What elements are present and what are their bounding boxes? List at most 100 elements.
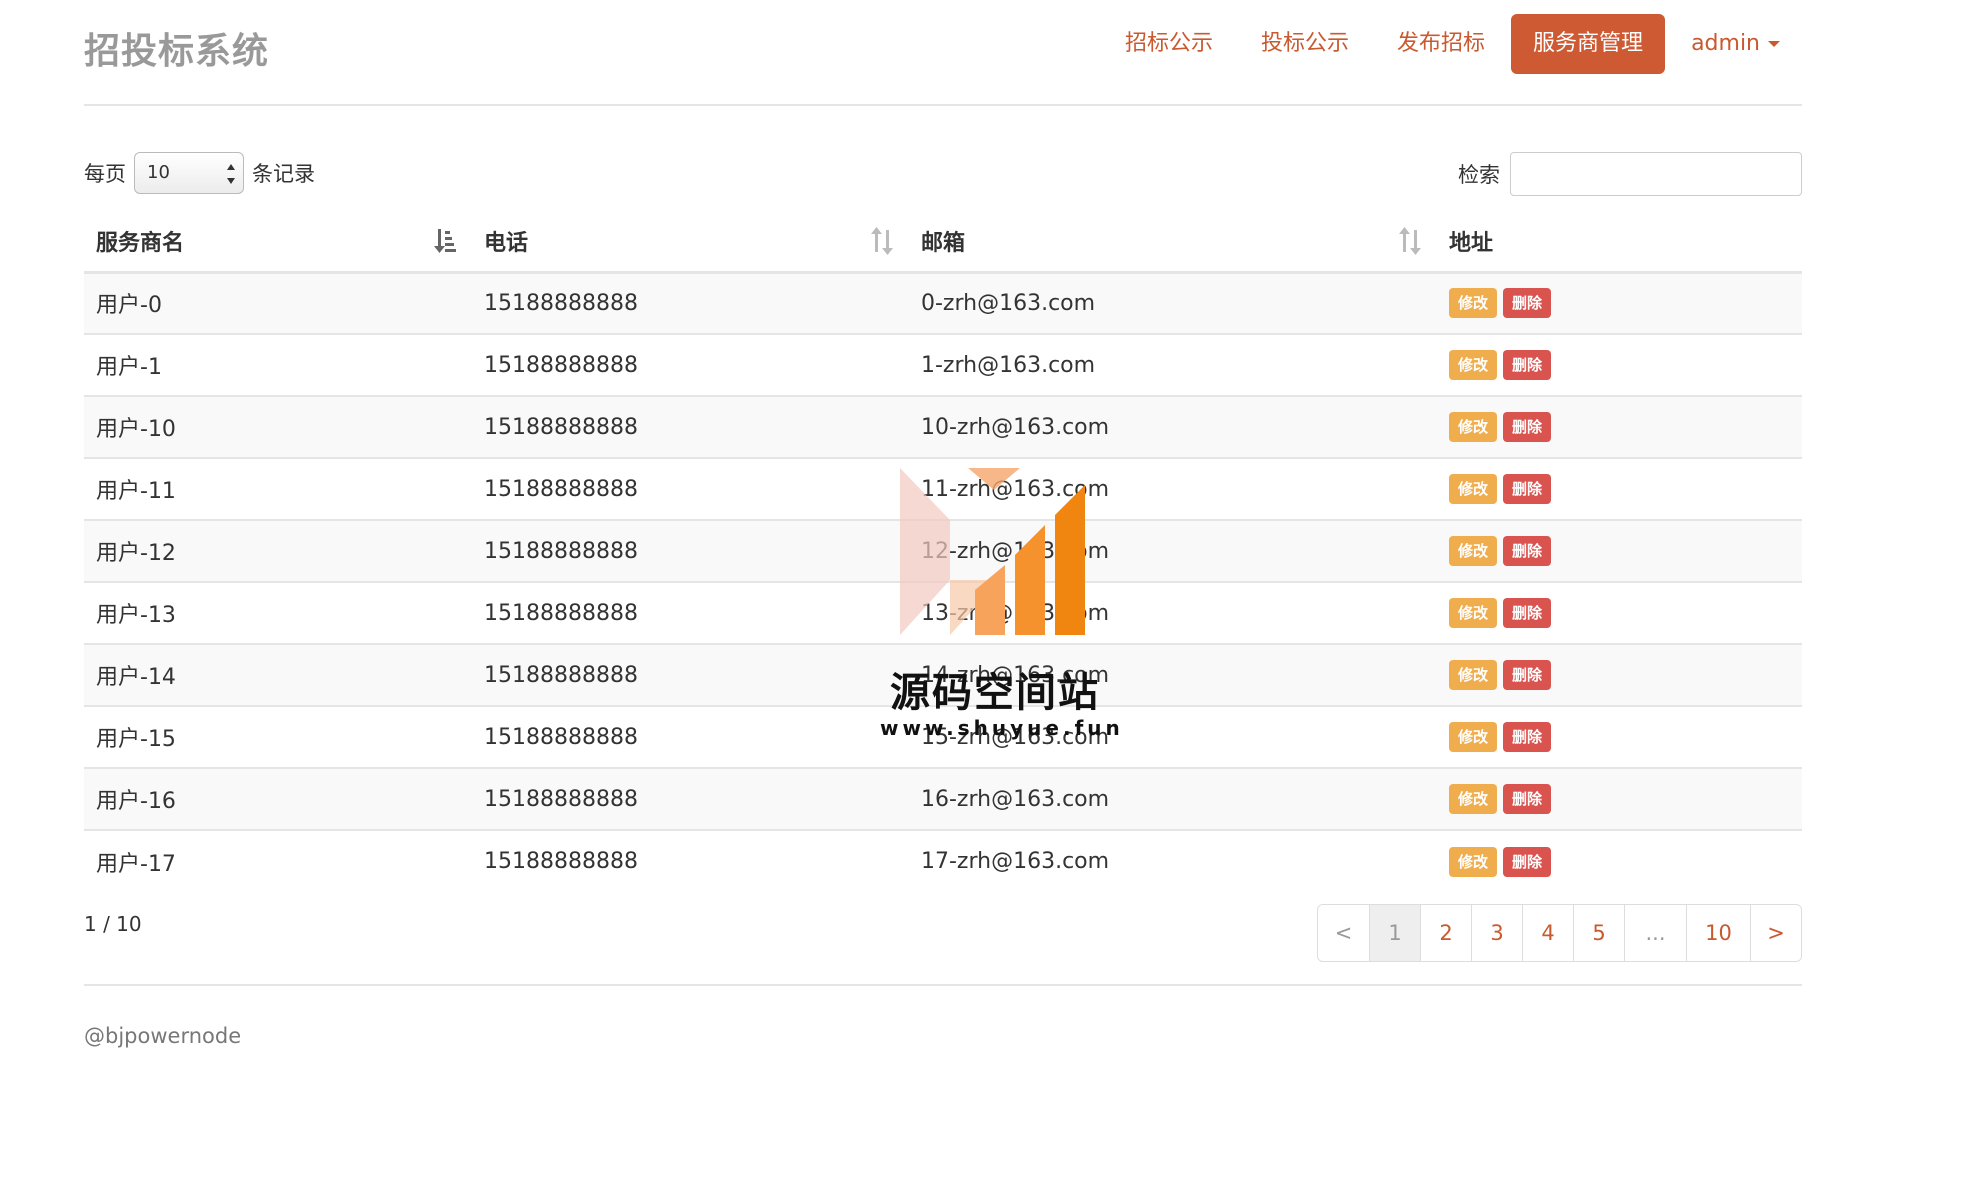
sort-asc-icon — [434, 229, 456, 253]
cell-actions: 修改 删除 — [1437, 334, 1802, 397]
table-row: 用户-0 15188888888 0-zrh@163.com 修改 删除 — [84, 272, 1802, 335]
watermark-url: www.shuyue.fun — [880, 716, 1124, 740]
cell-phone: 15188888888 — [472, 520, 909, 583]
table-row: 用户-17 15188888888 17-zrh@163.com 修改 删除 — [84, 830, 1802, 892]
cell-name: 用户-10 — [84, 396, 472, 459]
sort-both-icon — [871, 227, 893, 255]
column-header-phone[interactable]: 电话 — [472, 212, 909, 274]
table-row: 用户-16 15188888888 16-zrh@163.com 修改 删除 — [84, 768, 1802, 831]
cell-actions: 修改 删除 — [1437, 520, 1802, 583]
edit-button[interactable]: 修改 — [1449, 784, 1498, 814]
delete-button[interactable]: 删除 — [1503, 412, 1552, 442]
delete-button[interactable]: 删除 — [1503, 660, 1552, 690]
page-prev-button[interactable]: < — [1318, 905, 1369, 961]
cell-email: 17-zrh@163.com — [921, 849, 1110, 874]
edit-button[interactable]: 修改 — [1449, 350, 1498, 380]
page-next-button[interactable]: > — [1750, 905, 1801, 961]
select-arrows-icon — [227, 164, 235, 184]
page-button-10[interactable]: 10 — [1686, 905, 1750, 961]
edit-button[interactable]: 修改 — [1449, 536, 1498, 566]
delete-button[interactable]: 删除 — [1503, 288, 1552, 319]
edit-button[interactable]: 修改 — [1449, 660, 1498, 690]
page-button-5[interactable]: 5 — [1573, 905, 1624, 961]
edit-button[interactable]: 修改 — [1449, 846, 1498, 877]
length-prefix: 每页 — [84, 162, 126, 186]
user-menu[interactable]: admin — [1669, 14, 1802, 74]
column-header-address: 地址 — [1437, 212, 1802, 274]
delete-button[interactable]: 删除 — [1503, 784, 1552, 814]
cell-name: 用户-14 — [84, 644, 472, 707]
cell-name: 用户-1 — [84, 334, 472, 397]
cell-phone: 15188888888 — [472, 458, 909, 521]
edit-button[interactable]: 修改 — [1449, 288, 1498, 319]
nav-tender-notice[interactable]: 招标公示 — [1103, 14, 1235, 74]
edit-button[interactable]: 修改 — [1449, 474, 1498, 504]
delete-button[interactable]: 删除 — [1503, 722, 1552, 752]
sort-both-icon — [1399, 227, 1421, 255]
cell-actions: 修改 删除 — [1437, 582, 1802, 645]
main-nav: 招标公示 投标公示 发布招标 服务商管理 admin — [1099, 14, 1802, 74]
page-button-3[interactable]: 3 — [1471, 905, 1522, 961]
page-ellipsis: ... — [1624, 905, 1686, 961]
cell-phone: 15188888888 — [472, 396, 909, 459]
cell-email: 16-zrh@163.com — [909, 768, 1437, 831]
nav-provider-management[interactable]: 服务商管理 — [1511, 14, 1666, 74]
cell-phone: 15188888888 — [472, 644, 909, 707]
table-footer: 1 / 10 < 1 2 3 4 5 ... 10 > — [84, 892, 1802, 986]
edit-button[interactable]: 修改 — [1449, 412, 1498, 442]
table-controls: 每页 10 条记录 检索 — [84, 106, 1802, 212]
cell-phone: 15188888888 — [472, 582, 909, 645]
copyright-text: @bjpowernode — [84, 1024, 242, 1048]
table-header-row: 服务商名 电话 邮箱 地址 — [84, 212, 1802, 274]
column-header-name[interactable]: 服务商名 — [84, 212, 472, 274]
delete-button[interactable]: 删除 — [1503, 598, 1552, 628]
table-row: 用户-10 15188888888 10-zrh@163.com 修改 删除 — [84, 396, 1802, 459]
nav-publish-tender[interactable]: 发布招标 — [1375, 14, 1507, 74]
cell-actions: 修改 删除 — [1437, 396, 1802, 459]
cell-phone: 15188888888 — [472, 272, 909, 335]
cell-name: 用户-12 — [84, 520, 472, 583]
cell-actions: 修改 删除 — [1437, 458, 1802, 521]
cell-phone: 15188888888 — [472, 706, 909, 769]
cell-email: 1-zrh@163.com — [909, 334, 1437, 397]
column-header-email[interactable]: 邮箱 — [909, 212, 1437, 274]
edit-button[interactable]: 修改 — [1449, 722, 1498, 752]
page-length-select[interactable]: 10 — [134, 152, 244, 194]
cell-actions: 修改 删除 — [1437, 272, 1802, 335]
watermark: 源码空间站 www.shuyue.fun — [880, 460, 1124, 760]
delete-button[interactable]: 删除 — [1503, 536, 1552, 566]
cell-name: 用户-15 — [84, 706, 472, 769]
page-length-control: 每页 10 条记录 — [84, 152, 315, 194]
delete-button[interactable]: 删除 — [1503, 350, 1552, 380]
cell-actions: 修改 删除 — [1437, 830, 1802, 892]
cell-name: 用户-16 — [84, 768, 472, 831]
cell-actions: 修改 删除 — [1437, 644, 1802, 707]
page-button-2[interactable]: 2 — [1420, 905, 1471, 961]
delete-button[interactable]: 删除 — [1503, 846, 1552, 877]
search-input[interactable] — [1510, 152, 1802, 196]
page-button-1[interactable]: 1 — [1369, 905, 1420, 961]
cell-name: 用户-0 — [84, 272, 472, 335]
cell-phone: 15188888888 — [484, 849, 638, 874]
watermark-text: 源码空间站 — [890, 670, 1100, 716]
search-label: 检索 — [1458, 163, 1500, 187]
user-menu-label: admin — [1691, 31, 1760, 56]
watermark-logo-icon — [900, 468, 1085, 635]
cell-email: 10-zrh@163.com — [909, 396, 1437, 459]
cell-phone: 15188888888 — [472, 334, 909, 397]
page-button-4[interactable]: 4 — [1522, 905, 1573, 961]
delete-button[interactable]: 删除 — [1503, 474, 1552, 504]
header: 招投标系统 招标公示 投标公示 发布招标 服务商管理 admin — [84, 0, 1802, 106]
page-length-value: 10 — [147, 162, 170, 183]
cell-actions: 修改 删除 — [1437, 768, 1802, 831]
edit-button[interactable]: 修改 — [1449, 598, 1498, 628]
length-suffix: 条记录 — [252, 162, 315, 186]
brand-title: 招投标系统 — [84, 31, 270, 72]
nav-bid-notice[interactable]: 投标公示 — [1239, 14, 1371, 74]
page-info: 1 / 10 — [84, 912, 142, 936]
cell-name: 用户-17 — [96, 851, 176, 877]
caret-down-icon — [1768, 41, 1780, 47]
cell-email: 0-zrh@163.com — [909, 272, 1437, 335]
cell-name: 用户-11 — [84, 458, 472, 521]
cell-phone: 15188888888 — [472, 768, 909, 831]
